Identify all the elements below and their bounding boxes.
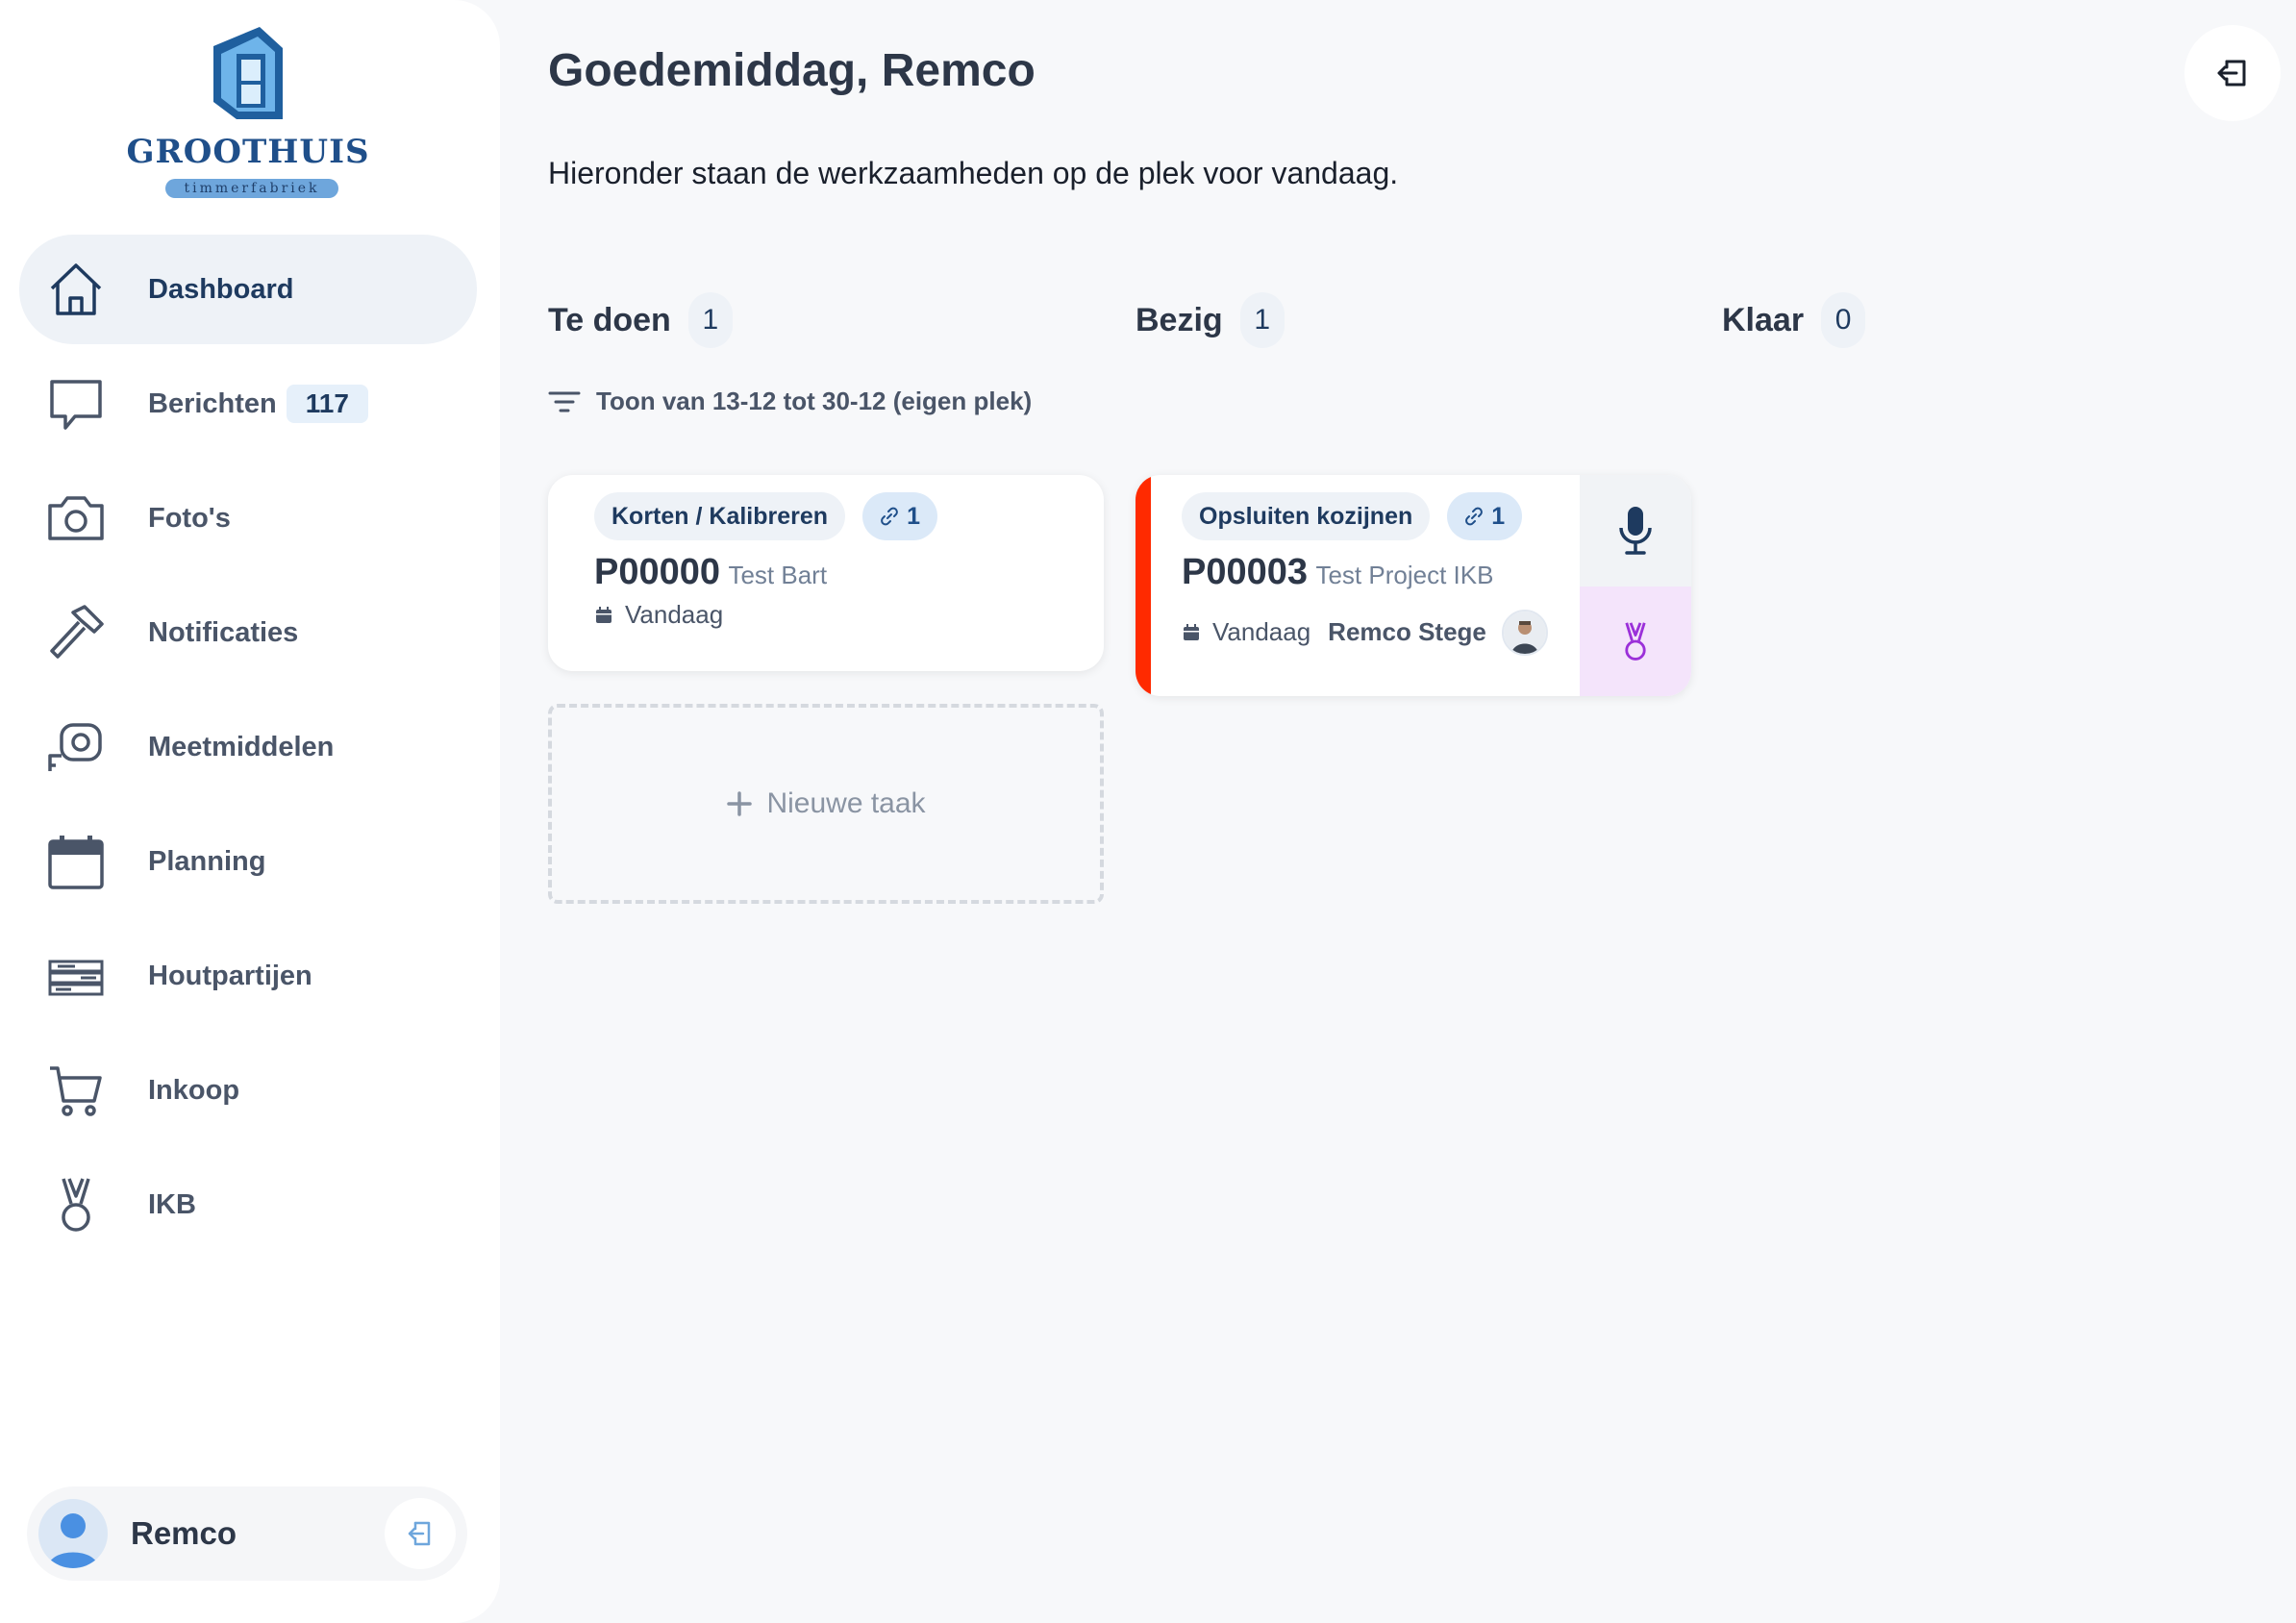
project-code: P00000 [594, 552, 721, 592]
home-icon [46, 260, 106, 319]
sidebar-item-inkoop[interactable]: Inkoop [19, 1036, 477, 1145]
main-content: Goedemiddag, Remco Hieronder staan de we… [548, 0, 2296, 1623]
link-count-badge[interactable]: 1 [1447, 492, 1523, 540]
chat-icon [46, 374, 106, 434]
sidebar-item-notificaties[interactable]: Notificaties [19, 578, 477, 687]
sidebar-item-houtpartijen[interactable]: Houtpartijen [19, 921, 477, 1031]
sidebar-item-label: Dashboard [148, 273, 294, 305]
logout-button[interactable] [2184, 25, 2281, 121]
sidebar: GROOTHUIS timmerfabriek Dashboard Berich… [0, 0, 500, 1623]
user-profile[interactable]: Remco [27, 1486, 467, 1581]
filter-icon [548, 391, 581, 412]
column-count-badge: 1 [687, 292, 733, 348]
task-type-tag: Opsluiten kozijnen [1182, 492, 1431, 540]
link-count: 1 [1491, 503, 1506, 530]
sidebar-item-berichten[interactable]: Berichten 117 [19, 349, 477, 459]
calendar-icon [1184, 623, 1199, 640]
project-line: P00000 Test Bart [594, 552, 827, 593]
page-subtitle: Hieronder staan de werkzaamheden op de p… [548, 156, 1399, 190]
calendar-icon [46, 832, 106, 891]
column-count-badge: 0 [1821, 292, 1866, 348]
task-type-tag: Korten / Kalibreren [594, 492, 846, 540]
user-name: Remco [131, 1515, 237, 1551]
sidebar-item-label: Houtpartijen [148, 960, 312, 991]
card-tags: Korten / Kalibreren 1 [594, 492, 937, 540]
calendar-icon [596, 606, 611, 623]
sidebar-item-label: Foto's [148, 502, 231, 534]
wood-stack-icon [46, 946, 106, 1006]
sidebar-item-dashboard[interactable]: Dashboard [19, 235, 477, 344]
ikb-button[interactable] [1580, 587, 1691, 696]
column-title: Klaar [1722, 301, 1805, 338]
plus-icon [727, 791, 753, 816]
sidebar-item-label: Planning [148, 845, 266, 877]
task-card[interactable]: Opsluiten kozijnen 1 P00003 Test Project… [1136, 475, 1691, 696]
sidebar-item-label: IKB [148, 1188, 196, 1220]
project-code: P00003 [1182, 552, 1309, 592]
sidebar-nav: Dashboard Berichten 117 Foto's Notificat… [19, 235, 477, 1264]
logo-wordmark: GROOTHUIS [126, 133, 370, 171]
company-logo: GROOTHUIS timmerfabriek [104, 25, 392, 198]
tape-measure-icon [46, 717, 106, 777]
link-icon [1465, 507, 1484, 526]
sidebar-item-planning[interactable]: Planning [19, 807, 477, 916]
logout-icon [408, 1521, 431, 1546]
person-photo-icon [1504, 612, 1546, 654]
link-icon [881, 507, 898, 526]
card-tags: Opsluiten kozijnen 1 [1182, 492, 1523, 540]
logout-icon [2217, 60, 2246, 87]
column-title: Bezig [1136, 301, 1223, 338]
due-date: Vandaag [1212, 617, 1311, 646]
card-meta: Vandaag [594, 600, 723, 630]
user-icon [48, 1513, 98, 1568]
microphone-icon [1619, 507, 1652, 555]
medal-icon [1625, 622, 1646, 661]
sidebar-logout-button[interactable] [385, 1498, 456, 1569]
sidebar-item-ikb[interactable]: IKB [19, 1150, 477, 1260]
logo-mark [213, 27, 283, 119]
voice-note-button[interactable] [1580, 475, 1691, 587]
date-filter[interactable]: Toon van 13-12 tot 30-12 (eigen plek) [548, 387, 1032, 416]
new-task-label: Nieuwe taak [766, 787, 926, 819]
column-count-badge: 1 [1239, 292, 1285, 348]
task-card[interactable]: Korten / Kalibreren 1 P00000 Test Bart V… [548, 475, 1104, 671]
sidebar-item-meetmiddelen[interactable]: Meetmiddelen [19, 692, 477, 802]
sidebar-item-label: Berichten [148, 387, 277, 419]
camera-icon [46, 488, 106, 548]
due-date: Vandaag [625, 600, 724, 629]
new-task-button[interactable]: Nieuwe taak [548, 704, 1104, 904]
column-title: Te doen [548, 301, 671, 338]
logo-tagline: timmerfabriek [165, 179, 338, 198]
column-header-klaar: Klaar 0 [1722, 292, 1866, 348]
project-name: Test Bart [728, 561, 828, 589]
unread-count-badge: 117 [286, 385, 368, 423]
sidebar-item-label: Notificaties [148, 616, 299, 648]
project-line: P00003 Test Project IKB [1182, 552, 1493, 593]
column-header-bezig: Bezig 1 [1136, 292, 1285, 348]
link-count-badge[interactable]: 1 [862, 492, 937, 540]
card-meta: Vandaag Remco Stege [1182, 617, 1486, 647]
avatar [38, 1499, 108, 1568]
sidebar-item-label: Meetmiddelen [148, 731, 335, 762]
assignee-name: Remco Stege [1328, 617, 1486, 646]
sidebar-item-fotos[interactable]: Foto's [19, 463, 477, 573]
link-count: 1 [907, 503, 920, 530]
assignee-avatar [1502, 610, 1548, 656]
card-actions [1580, 475, 1691, 696]
column-header-te-doen: Te doen 1 [548, 292, 733, 348]
page-title: Goedemiddag, Remco [548, 45, 1036, 96]
cart-icon [46, 1061, 106, 1120]
sidebar-item-label: Inkoop [148, 1074, 240, 1106]
filter-label: Toon van 13-12 tot 30-12 (eigen plek) [596, 387, 1033, 415]
project-name: Test Project IKB [1315, 561, 1494, 589]
hammer-icon [46, 603, 106, 662]
medal-icon [46, 1175, 106, 1235]
priority-indicator [1136, 475, 1151, 696]
